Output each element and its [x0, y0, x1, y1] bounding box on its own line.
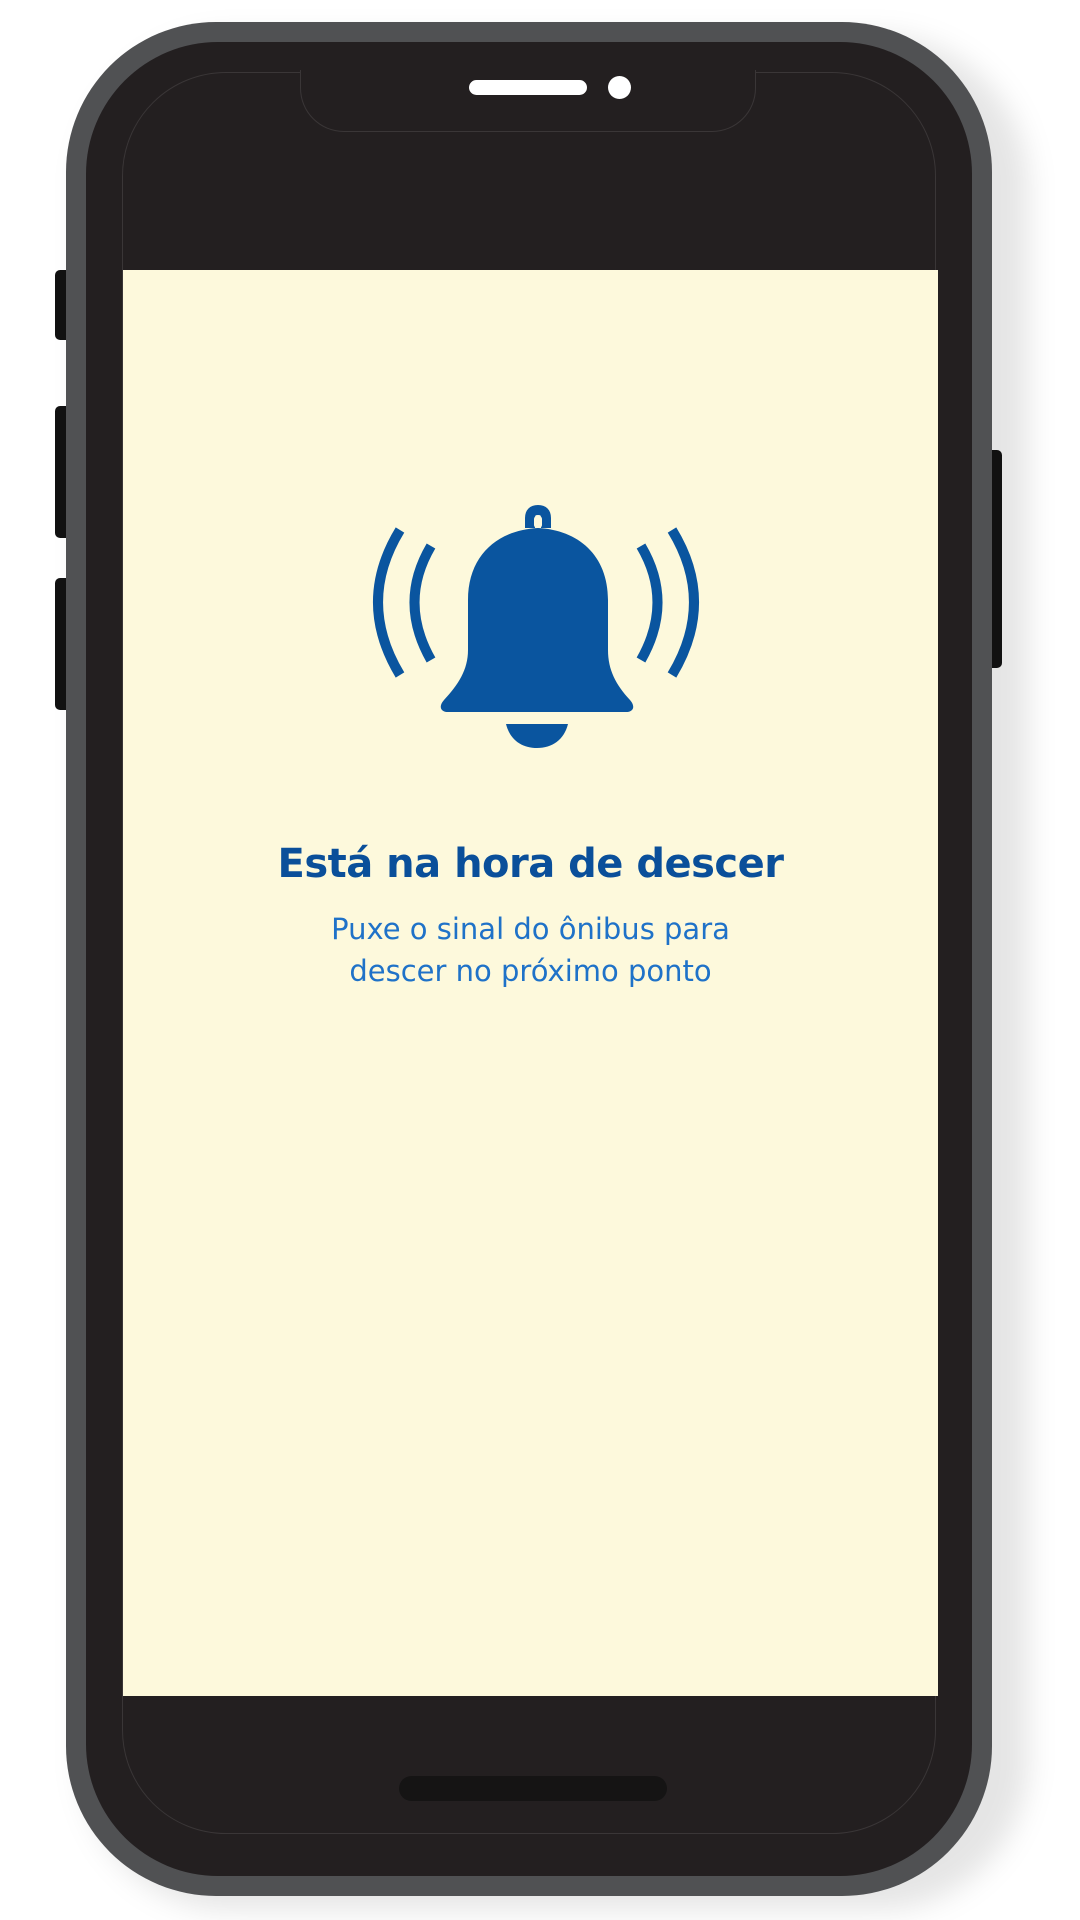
- front-camera: [608, 76, 631, 99]
- alert-message-line-2: descer no próximo ponto: [349, 954, 712, 988]
- app-screen: Está na hora de descer Puxe o sinal do ô…: [123, 270, 938, 1696]
- alert-message: Puxe o sinal do ônibus para descer no pr…: [123, 908, 938, 992]
- ringing-bell-icon: [368, 500, 704, 770]
- alert-title: Está na hora de descer: [277, 841, 785, 887]
- earpiece-speaker: [469, 80, 587, 95]
- mockup-canvas: Está na hora de descer Puxe o sinal do ô…: [0, 0, 1080, 1920]
- alert-message-line-1: Puxe o sinal do ônibus para: [331, 912, 730, 946]
- home-indicator[interactable]: [399, 1776, 667, 1801]
